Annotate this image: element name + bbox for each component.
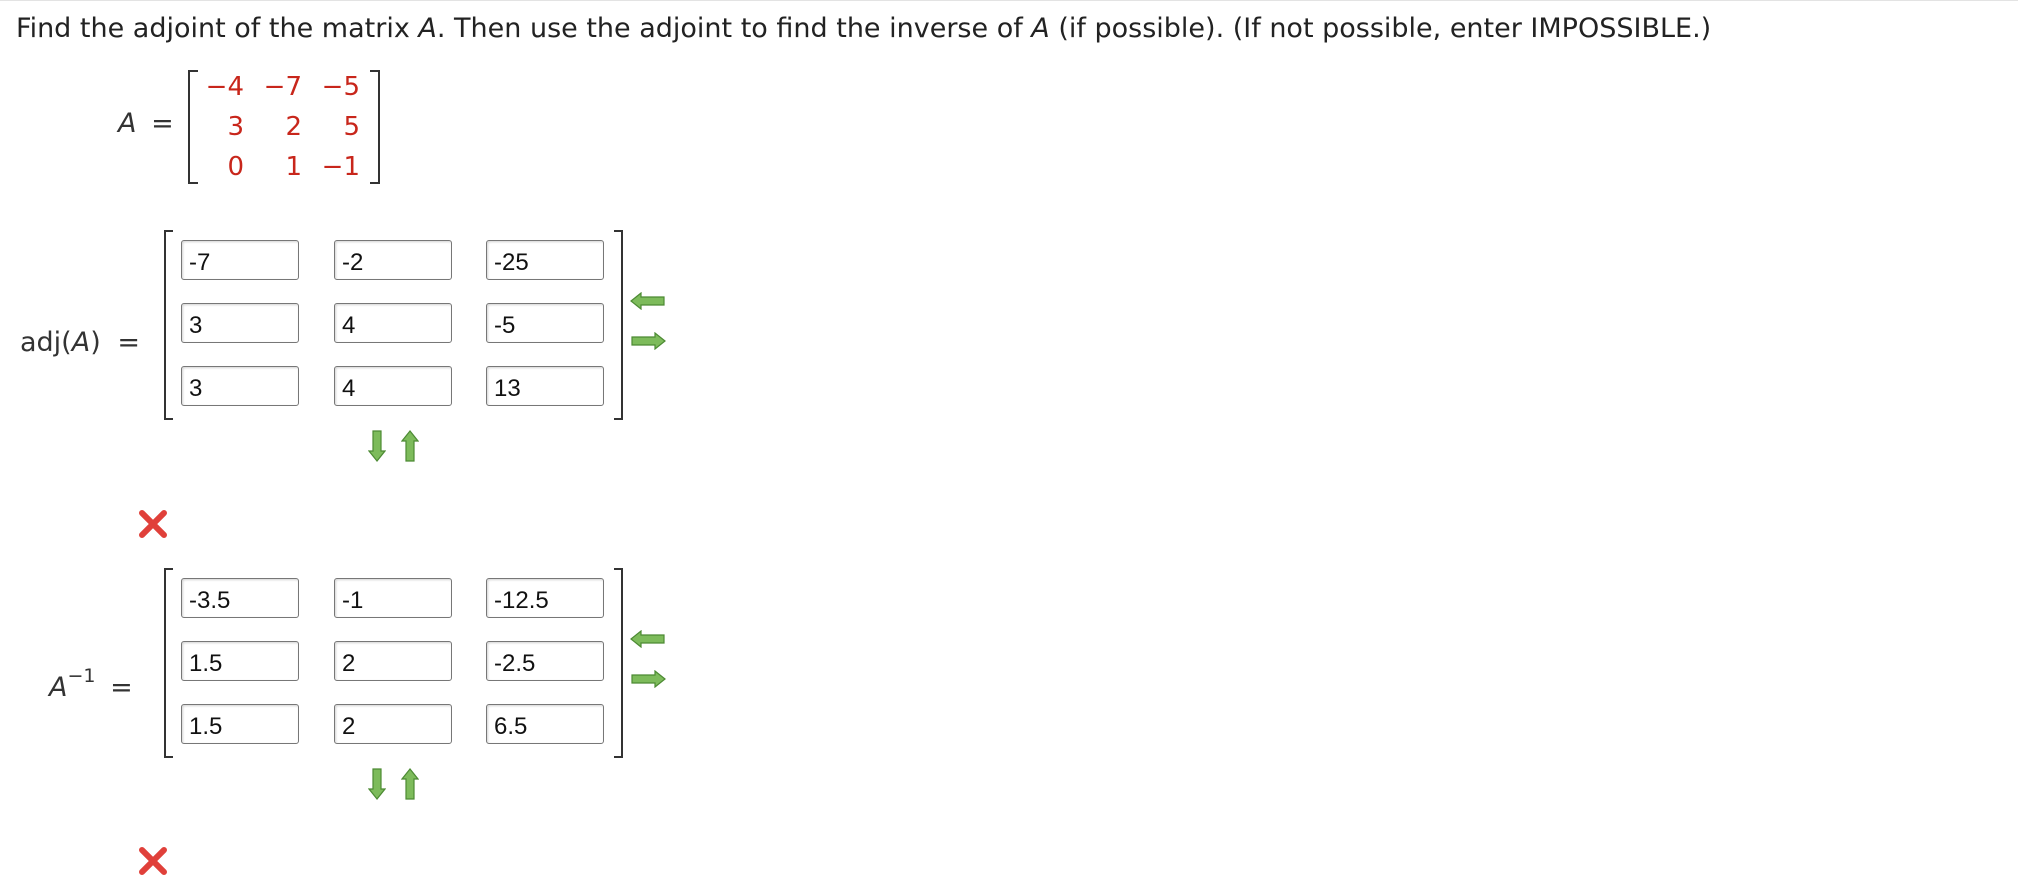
matrix-a-cell: −5	[321, 72, 360, 102]
adj-input-r1c3[interactable]	[486, 240, 604, 280]
remove-row-icon[interactable]	[401, 768, 419, 800]
adj-label-var: A	[71, 327, 91, 358]
inverse-input-r1c1[interactable]	[181, 578, 299, 618]
matrix-a-cell: 3	[227, 112, 244, 142]
remove-column-icon[interactable]	[630, 292, 666, 310]
inverse-input-r1c2[interactable]	[334, 578, 452, 618]
question-part3: (if possible). (If not possible, enter I…	[1049, 13, 1712, 44]
matrix-a-cell: −1	[321, 152, 360, 182]
matrix-a-cell: 1	[285, 152, 302, 182]
add-column-icon[interactable]	[630, 670, 666, 688]
adj-left-bracket	[164, 230, 173, 420]
adj-input-r1c2[interactable]	[334, 240, 452, 280]
matrix-a-right-bracket	[370, 70, 380, 184]
inverse-input-r3c2[interactable]	[334, 704, 452, 744]
add-column-icon[interactable]	[630, 332, 666, 350]
inverse-input-r1c3[interactable]	[486, 578, 604, 618]
remove-row-icon[interactable]	[401, 430, 419, 462]
matrix-a-cell: −4	[205, 72, 244, 102]
inverse-input-r2c1[interactable]	[181, 641, 299, 681]
adj-input-r3c1[interactable]	[181, 366, 299, 406]
matrix-a-cell: 2	[285, 112, 302, 142]
matrix-a-cell: 0	[227, 152, 244, 182]
adj-label-post: )	[90, 327, 101, 358]
incorrect-x-icon	[139, 510, 167, 538]
inverse-left-bracket	[164, 568, 173, 758]
inverse-input-r3c3[interactable]	[486, 704, 604, 744]
add-row-icon[interactable]	[368, 768, 386, 800]
incorrect-x-icon	[139, 847, 167, 875]
inverse-label-eq: =	[110, 672, 133, 703]
remove-column-icon[interactable]	[630, 630, 666, 648]
inverse-label-sup: −1	[67, 665, 96, 687]
adj-input-r2c2[interactable]	[334, 303, 452, 343]
matrix-a-cell: 5	[343, 112, 360, 142]
matrix-a-label-var: A	[118, 108, 137, 139]
question-var1: A	[418, 13, 437, 44]
inverse-label: A−1 =	[49, 665, 133, 703]
question-text: Find the adjoint of the matrix A. Then u…	[16, 13, 1711, 44]
matrix-a-label: A =	[118, 108, 174, 139]
adj-label-pre: adj(	[20, 327, 72, 358]
adj-input-r3c3[interactable]	[486, 366, 604, 406]
question-var2: A	[1031, 13, 1050, 44]
top-divider	[0, 0, 2018, 1]
adj-input-r2c1[interactable]	[181, 303, 299, 343]
matrix-a-cell: −7	[263, 72, 302, 102]
adj-input-r2c3[interactable]	[486, 303, 604, 343]
inverse-label-var: A	[49, 672, 68, 703]
question-part1: Find the adjoint of the matrix	[16, 13, 419, 44]
inverse-input-r2c3[interactable]	[486, 641, 604, 681]
adj-input-r1c1[interactable]	[181, 240, 299, 280]
adj-label: adj(A) =	[20, 327, 140, 358]
inverse-input-r3c1[interactable]	[181, 704, 299, 744]
inverse-right-bracket	[614, 568, 623, 758]
matrix-a-label-eq: =	[151, 108, 174, 139]
inverse-input-r2c2[interactable]	[334, 641, 452, 681]
adj-right-bracket	[614, 230, 623, 420]
add-row-icon[interactable]	[368, 430, 386, 462]
adj-input-r3c2[interactable]	[334, 366, 452, 406]
question-part2: . Then use the adjoint to find the inver…	[436, 13, 1032, 44]
adj-label-eq: =	[117, 327, 140, 358]
